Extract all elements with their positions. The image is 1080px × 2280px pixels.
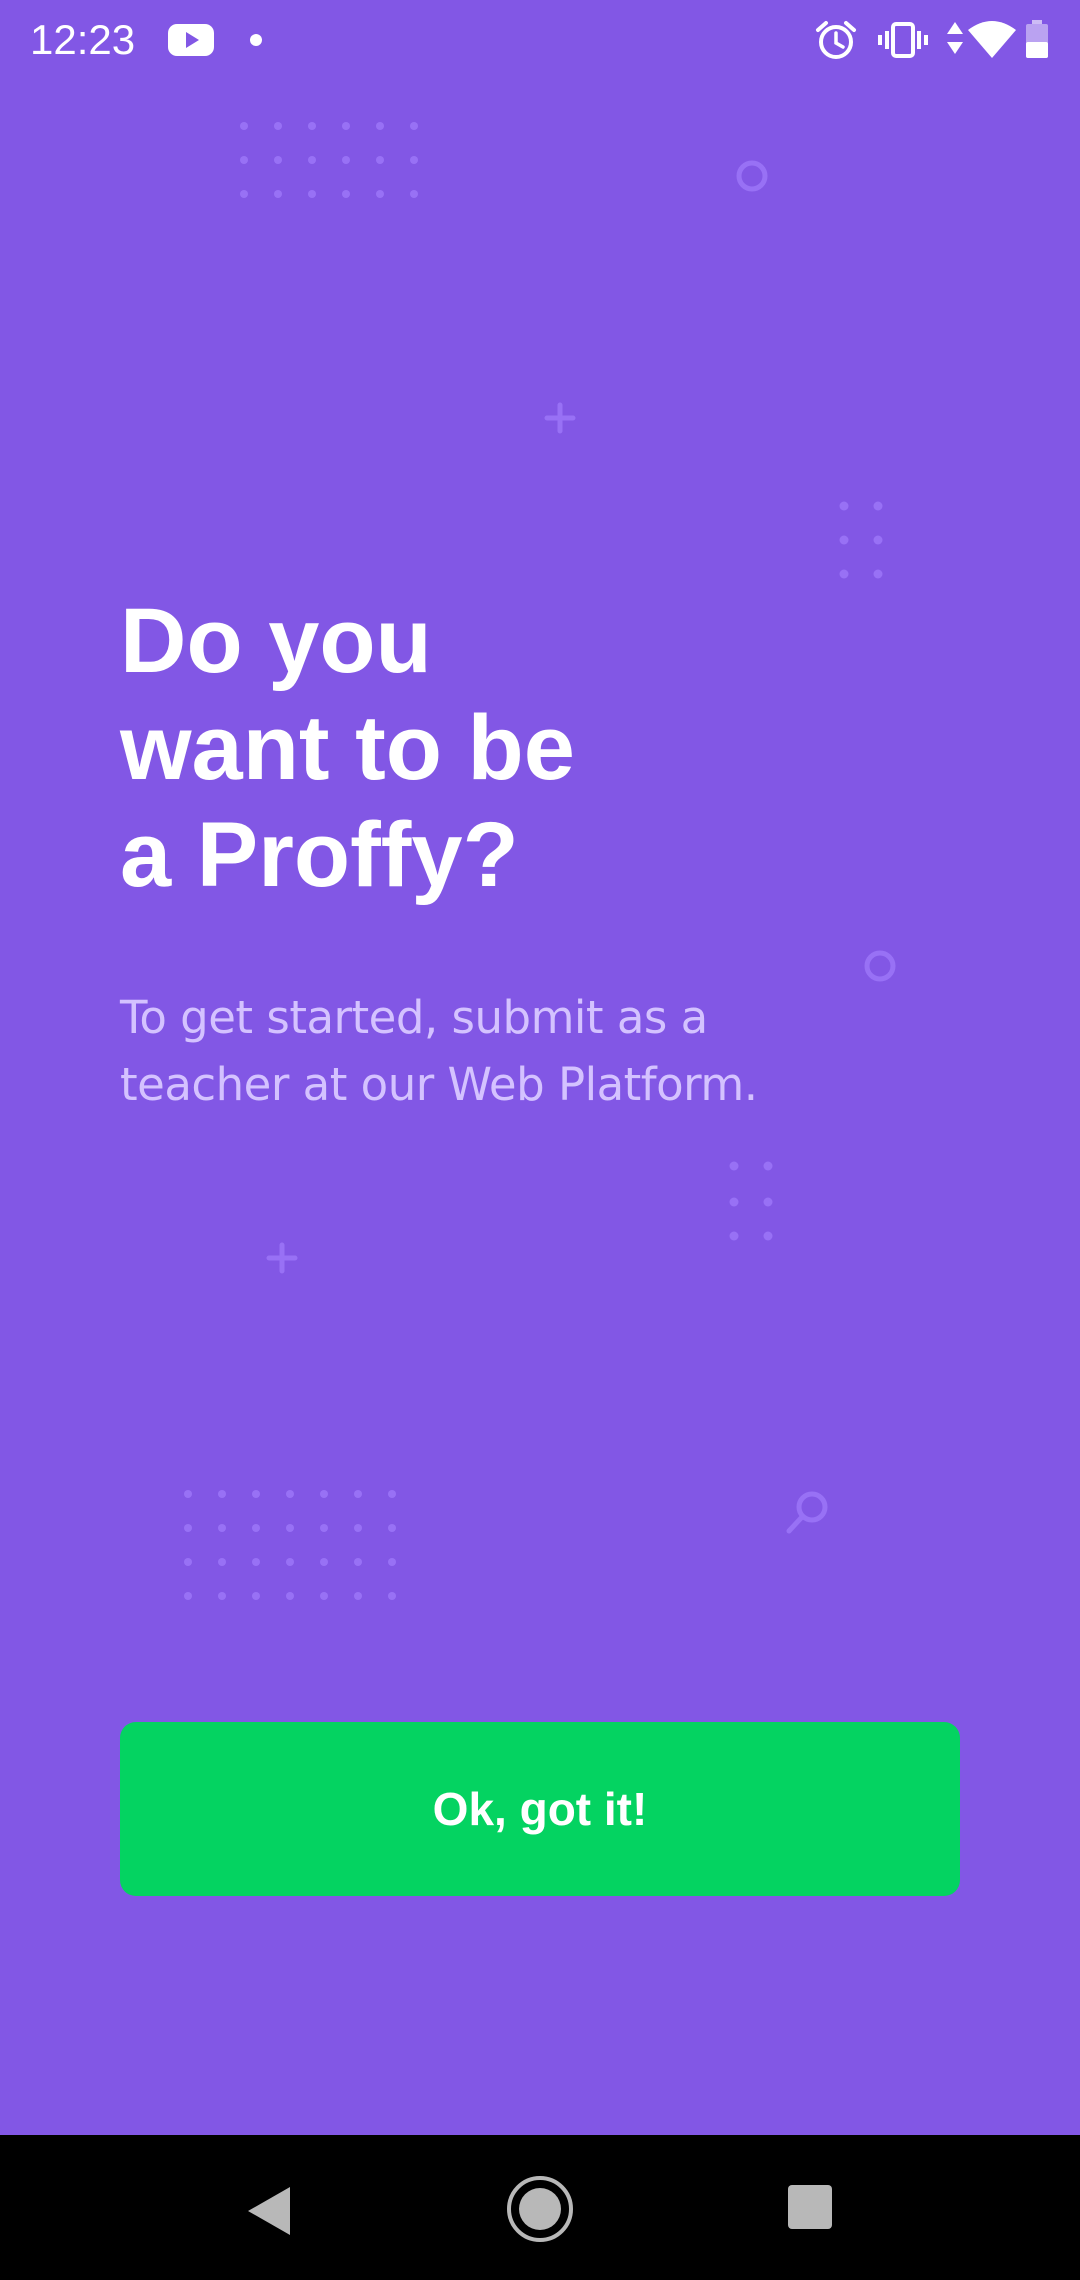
battery-icon — [1026, 20, 1048, 58]
page-title: Do you want to be a Proffy? — [120, 590, 575, 906]
alarm-icon — [816, 21, 856, 59]
plus-decoration — [544, 402, 576, 434]
page-description: To get started, submit as a teacher at o… — [120, 991, 758, 1111]
home-icon[interactable] — [506, 2175, 574, 2243]
wifi-icon — [968, 21, 1016, 58]
magnifier-decoration — [786, 1491, 828, 1534]
ring-decoration — [864, 950, 896, 982]
vibrate-icon — [878, 22, 928, 58]
dot-grid-decoration — [184, 1490, 396, 1600]
dot-grid-decoration — [240, 122, 418, 198]
plus-decoration — [266, 1242, 298, 1274]
status-bar: 12:23 — [0, 0, 1080, 80]
dot-grid-decoration — [839, 501, 883, 579]
screen: 12:23 Do you want to be a Proffy? To get… — [0, 0, 1080, 2135]
ring-decoration — [736, 160, 768, 192]
dot-grid-decoration — [729, 1161, 773, 1241]
data-arrows-icon — [947, 22, 963, 54]
status-time: 12:23 — [30, 16, 136, 63]
back-icon[interactable] — [244, 2183, 296, 2239]
ok-got-it-button[interactable]: Ok, got it! — [120, 1722, 960, 1896]
recents-icon[interactable] — [786, 2183, 834, 2231]
youtube-icon — [168, 24, 214, 56]
notification-dot-icon — [250, 34, 262, 46]
navigation-bar — [0, 2135, 1080, 2280]
